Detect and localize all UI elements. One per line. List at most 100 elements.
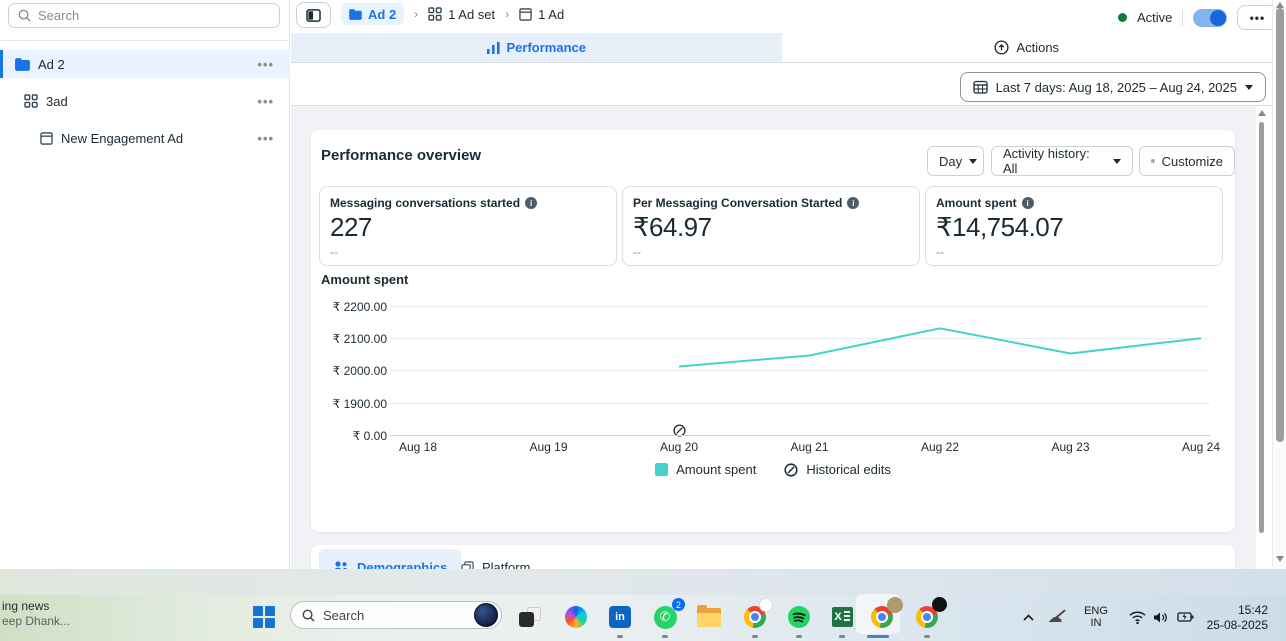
metric-subvalue: -- [936, 245, 944, 259]
y-axis-tick-label: ₹ 2200.00 [332, 300, 387, 314]
running-indicator [752, 635, 758, 638]
content-scrollbar-thumb[interactable] [1259, 122, 1264, 533]
legend-amount-swatch [655, 463, 669, 476]
item-menu-icon[interactable]: ••• [257, 131, 274, 146]
legend-item-amount-spent: Amount spent [655, 462, 756, 477]
scroll-down-icon[interactable] [1276, 556, 1284, 562]
info-icon[interactable]: i [847, 197, 860, 209]
customize-sliders-icon [1151, 159, 1155, 163]
metric-label: Messaging conversations started [330, 196, 521, 210]
scroll-up-icon[interactable] [1258, 110, 1266, 116]
bing-daily-image [474, 603, 498, 627]
excel-icon: X [831, 607, 853, 627]
ad-active-toggle[interactable] [1193, 8, 1228, 27]
active-status-label: Active [1137, 10, 1173, 25]
whatsapp-button[interactable]: ✆ 2 [650, 598, 685, 632]
folder-icon [349, 8, 362, 20]
folder-icon [15, 57, 30, 71]
linkedin-button[interactable]: in [605, 602, 635, 632]
ad-window-icon [519, 7, 532, 21]
sidebar-item-ad-2[interactable]: Ad 2 ••• [0, 50, 290, 78]
tray-show-hidden-icons[interactable] [1013, 602, 1043, 632]
copilot-button[interactable] [561, 602, 591, 632]
desktop-wallpaper-strip [0, 569, 1286, 595]
ads-manager-window: Search Ad 2 ••• 3ad ••• New Engagement A… [0, 0, 1286, 585]
date-range-label: Last 7 days: Aug 18, 2025 – Aug 24, 2025 [995, 79, 1237, 95]
sidebar-divider [0, 40, 290, 41]
metric-card-cost-per-conversation: Per Messaging Conversation Started i ₹64.… [622, 186, 920, 266]
sidebar-item-label: Ad 2 [38, 56, 65, 72]
content-scrollbar[interactable] [1258, 106, 1266, 569]
clock-time: 15:42 [1237, 603, 1268, 617]
info-icon[interactable]: i [1021, 197, 1034, 209]
info-icon[interactable]: i [525, 197, 538, 209]
sidebar-search-placeholder: Search [38, 8, 80, 23]
sidebar-search-input[interactable]: Search [8, 3, 280, 28]
clock-date: 25-08-2025 [1206, 618, 1268, 632]
breadcrumb-item-adset[interactable]: 1 Ad set [428, 7, 495, 22]
file-explorer-button[interactable] [694, 602, 724, 632]
chrome-profile-avatar [887, 597, 903, 613]
chart-legend: Amount spent Historical edits [311, 462, 1235, 477]
widgets-news-ticker[interactable]: ing news eep Dhank... [2, 599, 70, 629]
battery-tray-button[interactable] [1170, 602, 1200, 632]
sidebar-panel-icon [306, 8, 321, 22]
running-indicator [839, 635, 845, 638]
collapse-sidebar-button[interactable] [296, 2, 331, 28]
battery-charging-icon [1176, 612, 1193, 622]
legend-label: Historical edits [806, 462, 891, 477]
item-menu-icon[interactable]: ••• [257, 94, 274, 109]
chrome-profile1-button[interactable] [740, 598, 773, 632]
button-label: Customize [1161, 153, 1223, 169]
browser-scrollbar[interactable] [1272, 0, 1286, 569]
date-range-button[interactable]: Last 7 days: Aug 18, 2025 – Aug 24, 2025 [959, 72, 1266, 102]
day-granularity-dropdown[interactable]: Day [927, 146, 984, 176]
taskbar-clock[interactable]: 15:42 25-08-2025 [1207, 603, 1268, 633]
excel-letter: X [834, 611, 842, 623]
browser-scrollbar-thumb[interactable] [1276, 8, 1284, 442]
breadcrumb-separator: › [414, 7, 419, 21]
file-explorer-icon [697, 604, 721, 627]
dropdown-label: Day [939, 153, 963, 169]
linkedin-icon: in [609, 606, 631, 628]
search-placeholder: Search [323, 607, 365, 623]
tab-actions[interactable]: Actions [782, 33, 1273, 62]
bar-chart-icon [486, 41, 500, 54]
taskbar-search[interactable]: Search [290, 601, 502, 629]
sidebar-item-new-engagement-ad[interactable]: New Engagement Ad ••• [0, 124, 290, 152]
excel-button[interactable]: X [827, 602, 857, 632]
performance-overview-card: Performance overview Day Activity histor… [311, 130, 1235, 532]
content-area: Performance overview Day Activity histor… [291, 106, 1256, 585]
onedrive-paused-icon: ☁ [1048, 608, 1065, 626]
sidebar: Search Ad 2 ••• 3ad ••• New Engagement A… [0, 0, 290, 569]
chart-title: Amount spent [321, 272, 409, 287]
metric-subvalue: -- [330, 245, 338, 259]
chrome-active-window-button[interactable] [856, 594, 903, 634]
customize-button[interactable]: Customize [1139, 146, 1235, 176]
running-indicator [662, 635, 668, 638]
breadcrumb-label: 1 Ad set [448, 6, 496, 22]
task-view-button[interactable] [515, 602, 545, 632]
chrome-profile2-button[interactable] [912, 597, 947, 632]
breadcrumb-item-campaign[interactable]: Ad 2 [341, 3, 405, 25]
breadcrumb-item-ad[interactable]: 1 Ad [519, 7, 564, 22]
tab-label: Performance [506, 40, 586, 55]
metric-value: ₹14,754.07 [936, 212, 1064, 242]
tab-performance[interactable]: Performance [291, 33, 782, 62]
activity-history-dropdown[interactable]: Activity history: All [991, 146, 1133, 176]
spotify-button[interactable] [784, 602, 814, 632]
running-indicator [924, 635, 930, 638]
metric-card-conversations: Messaging conversations started i 227 -- [319, 186, 617, 266]
y-axis-tick-label: ₹ 2000.00 [332, 364, 387, 378]
search-icon [302, 609, 315, 622]
onedrive-tray-button[interactable]: ☁ [1040, 602, 1070, 632]
start-button[interactable] [249, 602, 279, 632]
language-indicator[interactable]: ENG IN [1078, 602, 1114, 632]
metric-subvalue: -- [633, 245, 641, 259]
running-indicator [617, 635, 623, 638]
sidebar-item-3ad[interactable]: 3ad ••• [0, 87, 290, 115]
metric-value: 227 [330, 212, 372, 242]
y-axis-tick-label: ₹ 1900.00 [332, 397, 387, 411]
item-menu-icon[interactable]: ••• [257, 57, 274, 72]
sidebar-item-label: New Engagement Ad [61, 130, 184, 146]
